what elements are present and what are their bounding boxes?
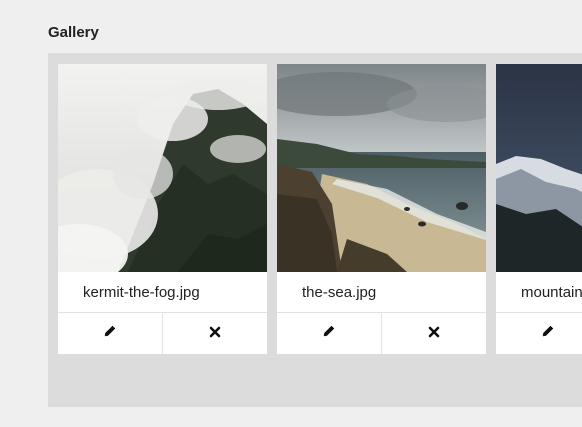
close-icon: [209, 325, 221, 343]
gallery-item: kermit-the-fog.jpg: [58, 64, 267, 354]
gallery-item-filename: the-sea.jpg: [302, 284, 377, 301]
pencil-icon: [103, 324, 117, 343]
gallery-grid: kermit-the-fog.jpg the-sea.jpg mountain: [48, 53, 582, 407]
gallery-item-actions: [58, 312, 267, 354]
gallery-item: mountain: [496, 64, 582, 354]
gallery-item-filename: kermit-the-fog.jpg: [83, 284, 200, 301]
close-icon: [428, 325, 440, 343]
edit-button[interactable]: [496, 313, 582, 354]
gallery-item-actions: [496, 312, 582, 354]
gallery-item: the-sea.jpg: [277, 64, 486, 354]
edit-button[interactable]: [277, 313, 381, 354]
section-title: Gallery: [48, 24, 99, 41]
gallery-thumbnail[interactable]: [496, 64, 582, 272]
gallery-thumbnail[interactable]: [277, 64, 486, 272]
edit-button[interactable]: [58, 313, 162, 354]
gallery-item-filename: mountain: [521, 284, 582, 301]
gallery-item-actions: [277, 312, 486, 354]
delete-button[interactable]: [381, 313, 486, 354]
delete-button[interactable]: [162, 313, 267, 354]
pencil-icon: [541, 324, 555, 343]
pencil-icon: [322, 324, 336, 343]
gallery-thumbnail[interactable]: [58, 64, 267, 272]
